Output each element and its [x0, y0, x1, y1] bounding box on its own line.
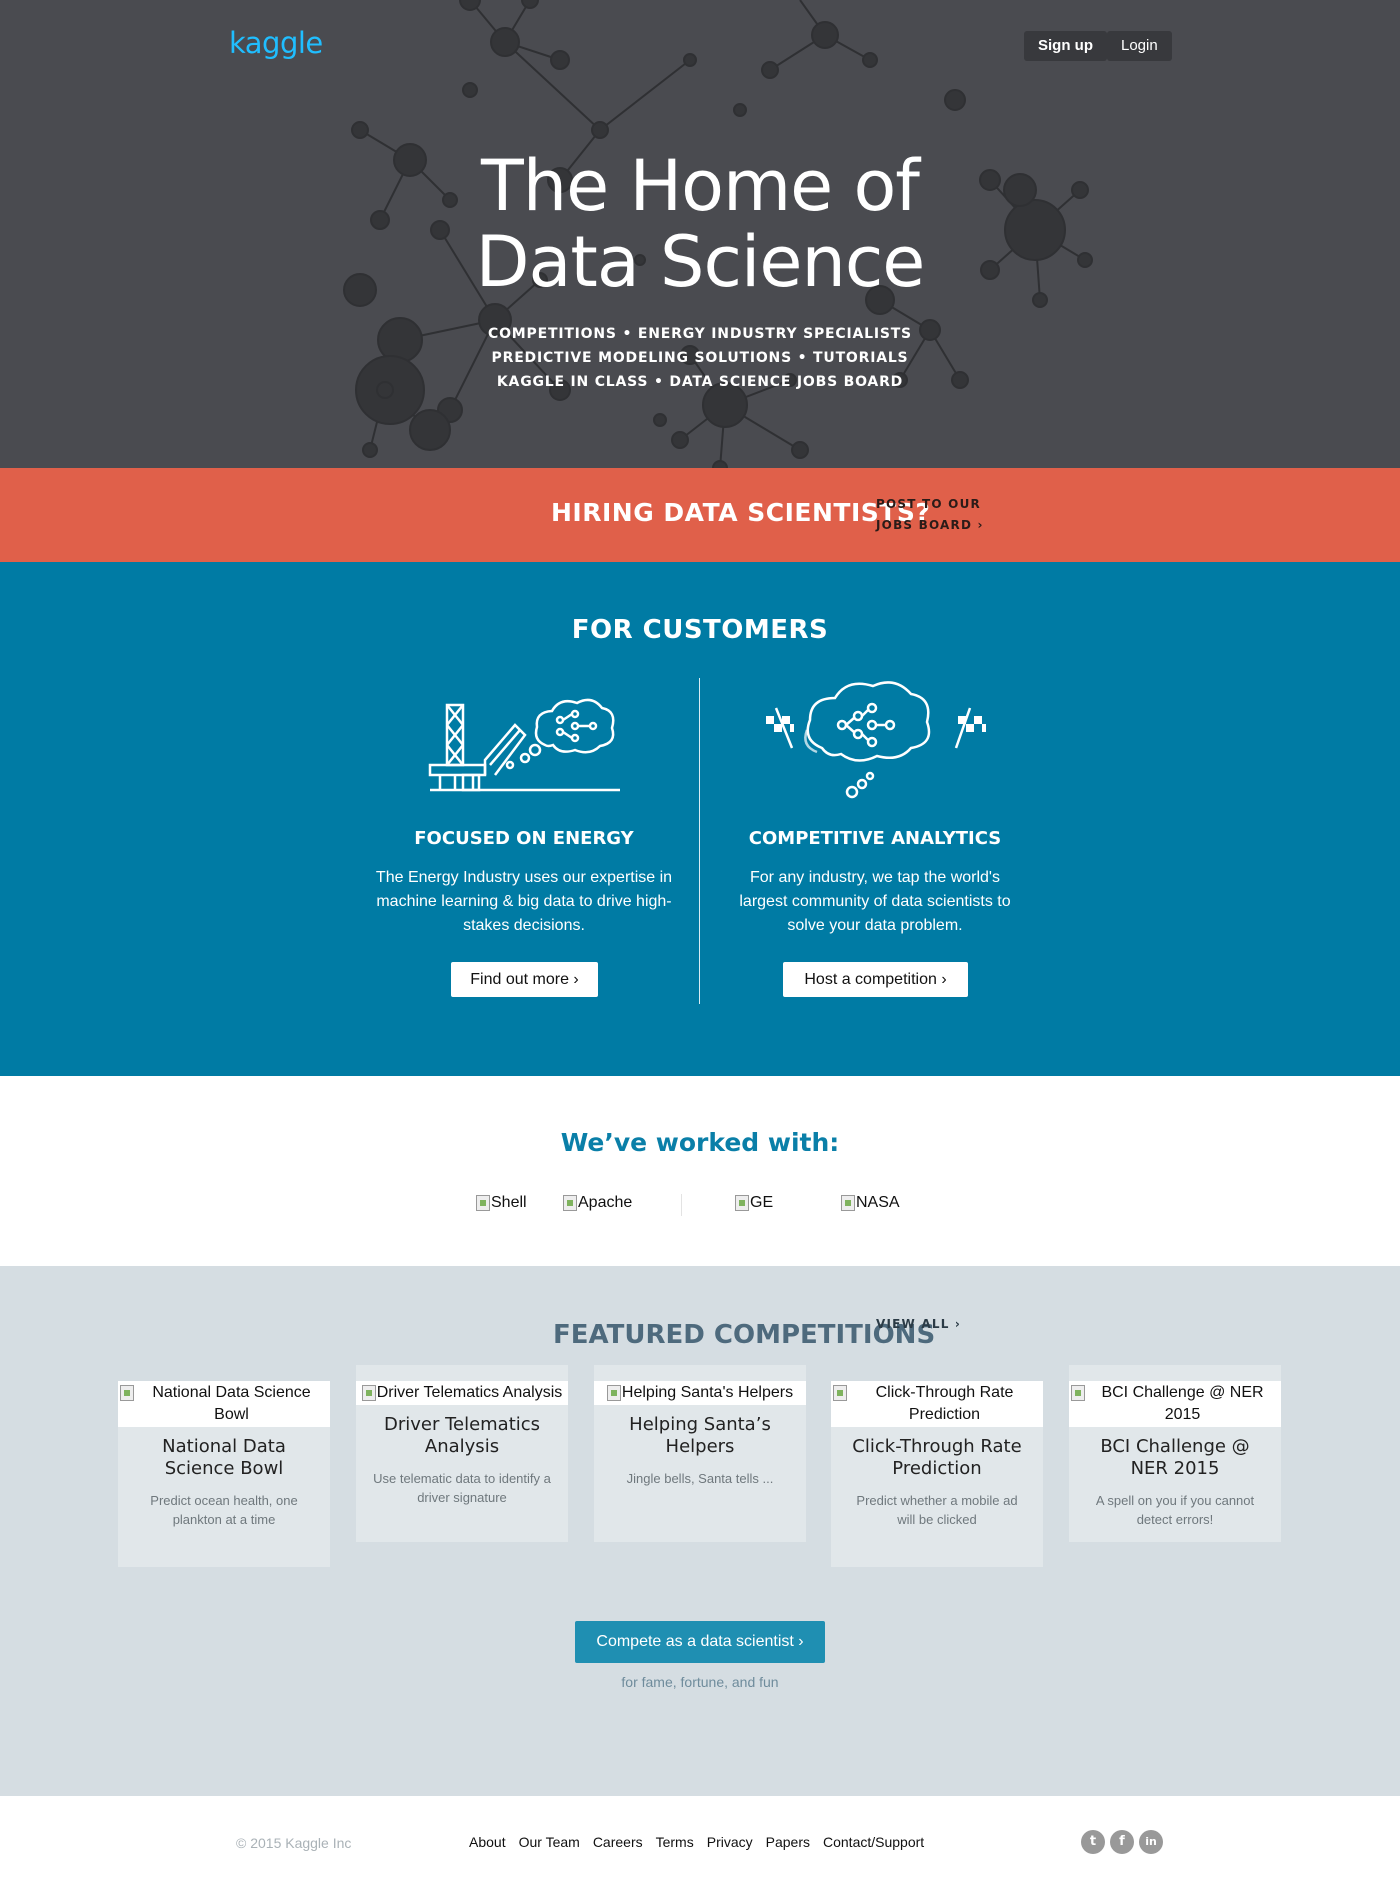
broken-image-icon	[120, 1385, 134, 1401]
brain-flags-icon	[766, 681, 986, 799]
hero-title: The Home of Data Science	[400, 148, 1000, 300]
partner-logo-nasa: NASA	[841, 1194, 900, 1212]
login-button[interactable]: Login	[1107, 31, 1172, 61]
card-description: Predict ocean health, one plankton at a …	[150, 1493, 298, 1527]
card-image[interactable]: National Data Science Bowl	[118, 1381, 330, 1427]
card-title[interactable]: Helping Santa’s Helpers	[594, 1414, 806, 1458]
card-image-alt: Driver Telematics Analysis	[376, 1384, 563, 1401]
footer-link-careers[interactable]: Careers	[593, 1834, 643, 1850]
view-all-link[interactable]: VIEW ALL ›	[876, 1317, 961, 1331]
broken-image-icon	[841, 1195, 855, 1211]
partner-nasa-alt: NASA	[856, 1194, 900, 1211]
card-title[interactable]: Click-Through Rate Prediction	[831, 1436, 1043, 1480]
kaggle-logo[interactable]: kaggle	[229, 26, 323, 60]
twitter-icon[interactable]: t	[1081, 1830, 1105, 1854]
find-out-more-button[interactable]: Find out more ›	[451, 962, 598, 997]
footer-link-our-team[interactable]: Our Team	[519, 1834, 580, 1850]
competition-card[interactable]: Helping Santa's Helpers Helping Santa’s …	[594, 1365, 806, 1542]
card-image-alt: Click-Through Rate Prediction	[875, 1384, 1014, 1423]
hero-title-line2: Data Science	[475, 221, 926, 303]
partner-divider	[681, 1194, 682, 1216]
jobs-board-link[interactable]: POST TO OUR JOBS BOARD ›	[876, 494, 984, 536]
jobs-board-link-line2[interactable]: JOBS BOARD ›	[876, 515, 984, 536]
partner-logo-shell: Shell	[476, 1194, 527, 1212]
competition-card[interactable]: Click-Through Rate Prediction Click-Thro…	[831, 1381, 1043, 1567]
energy-text: The Energy Industry uses our expertise i…	[375, 869, 673, 934]
broken-image-icon	[563, 1195, 577, 1211]
analytics-text: For any industry, we tap the world's lar…	[739, 869, 1011, 934]
card-description: Use telematic data to identify a driver …	[373, 1471, 551, 1505]
card-image[interactable]: Helping Santa's Helpers	[594, 1381, 806, 1405]
broken-image-icon	[833, 1385, 847, 1401]
card-description: Predict whether a mobile ad will be clic…	[856, 1493, 1018, 1527]
competition-card[interactable]: Driver Telematics Analysis Driver Telema…	[356, 1365, 568, 1542]
card-image-alt: National Data Science Bowl	[152, 1384, 311, 1423]
jobs-board-link-line1[interactable]: POST TO OUR	[876, 494, 984, 515]
hero-links: COMPETITIONS • ENERGY INDUSTRY SPECIALIS…	[450, 322, 950, 394]
footer-link-papers[interactable]: Papers	[766, 1834, 810, 1850]
card-image[interactable]: Driver Telematics Analysis	[356, 1381, 568, 1405]
card-image-alt: Helping Santa's Helpers	[621, 1384, 794, 1401]
compete-button[interactable]: Compete as a data scientist ›	[575, 1621, 825, 1663]
card-title[interactable]: Driver Telematics Analysis	[356, 1414, 568, 1458]
hero-section: kaggle Sign up Login The Home of Data Sc…	[0, 0, 1400, 468]
footer-link-terms[interactable]: Terms	[656, 1834, 694, 1850]
card-title[interactable]: BCI Challenge @ NER 2015	[1069, 1436, 1281, 1480]
partner-logo-ge: GE	[735, 1194, 773, 1212]
host-competition-button[interactable]: Host a competition ›	[783, 962, 968, 997]
footer-link-privacy[interactable]: Privacy	[707, 1834, 753, 1850]
footer-link-about[interactable]: About	[469, 1834, 506, 1850]
broken-image-icon	[606, 1385, 621, 1401]
broken-image-icon	[361, 1385, 376, 1401]
copyright: © 2015 Kaggle Inc	[236, 1835, 352, 1851]
competition-card[interactable]: National Data Science Bowl National Data…	[118, 1381, 330, 1567]
partner-logo-apache: Apache	[563, 1194, 632, 1212]
broken-image-icon	[1071, 1385, 1085, 1401]
footer-nav: About Our Team Careers Terms Privacy Pap…	[469, 1834, 924, 1850]
broken-image-icon	[735, 1195, 749, 1211]
competition-card[interactable]: BCI Challenge @ NER 2015 BCI Challenge @…	[1069, 1365, 1281, 1542]
worked-with-title: We’ve worked with:	[560, 1128, 840, 1157]
broken-image-icon	[476, 1195, 490, 1211]
customers-title: FOR CUSTOMERS	[571, 615, 829, 645]
partner-ge-alt: GE	[750, 1194, 774, 1211]
compete-subtext: for fame, fortune, and fun	[621, 1674, 779, 1690]
partner-shell-alt: Shell	[491, 1194, 527, 1211]
energy-heading: FOCUSED ON ENERGY	[414, 828, 634, 849]
linkedin-icon[interactable]: in	[1139, 1830, 1163, 1854]
card-image-alt: BCI Challenge @ NER 2015	[1101, 1384, 1264, 1423]
hero-title-line1: The Home of	[481, 145, 920, 227]
oil-rig-thought-icon	[428, 698, 620, 792]
card-image[interactable]: Click-Through Rate Prediction	[831, 1381, 1043, 1427]
partner-apache-alt: Apache	[578, 1194, 633, 1211]
facebook-icon[interactable]: f	[1110, 1830, 1134, 1854]
hiring-title: HIRING DATA SCIENTISTS?	[551, 498, 931, 527]
card-description: Jingle bells, Santa tells ...	[626, 1471, 774, 1486]
signup-button[interactable]: Sign up	[1024, 31, 1107, 61]
hero-links-line2[interactable]: PREDICTIVE MODELING SOLUTIONS • TUTORIAL…	[450, 346, 950, 370]
hero-links-line3[interactable]: KAGGLE IN CLASS • DATA SCIENCE JOBS BOAR…	[450, 370, 950, 394]
analytics-heading: COMPETITIVE ANALYTICS	[748, 828, 1002, 849]
footer-link-contact[interactable]: Contact/Support	[823, 1834, 924, 1850]
hero-links-line1[interactable]: COMPETITIONS • ENERGY INDUSTRY SPECIALIS…	[450, 322, 950, 346]
column-divider	[699, 678, 700, 1004]
card-title[interactable]: National Data Science Bowl	[118, 1436, 330, 1480]
card-image[interactable]: BCI Challenge @ NER 2015	[1069, 1381, 1281, 1427]
card-description: A spell on you if you cannot detect erro…	[1095, 1493, 1255, 1527]
